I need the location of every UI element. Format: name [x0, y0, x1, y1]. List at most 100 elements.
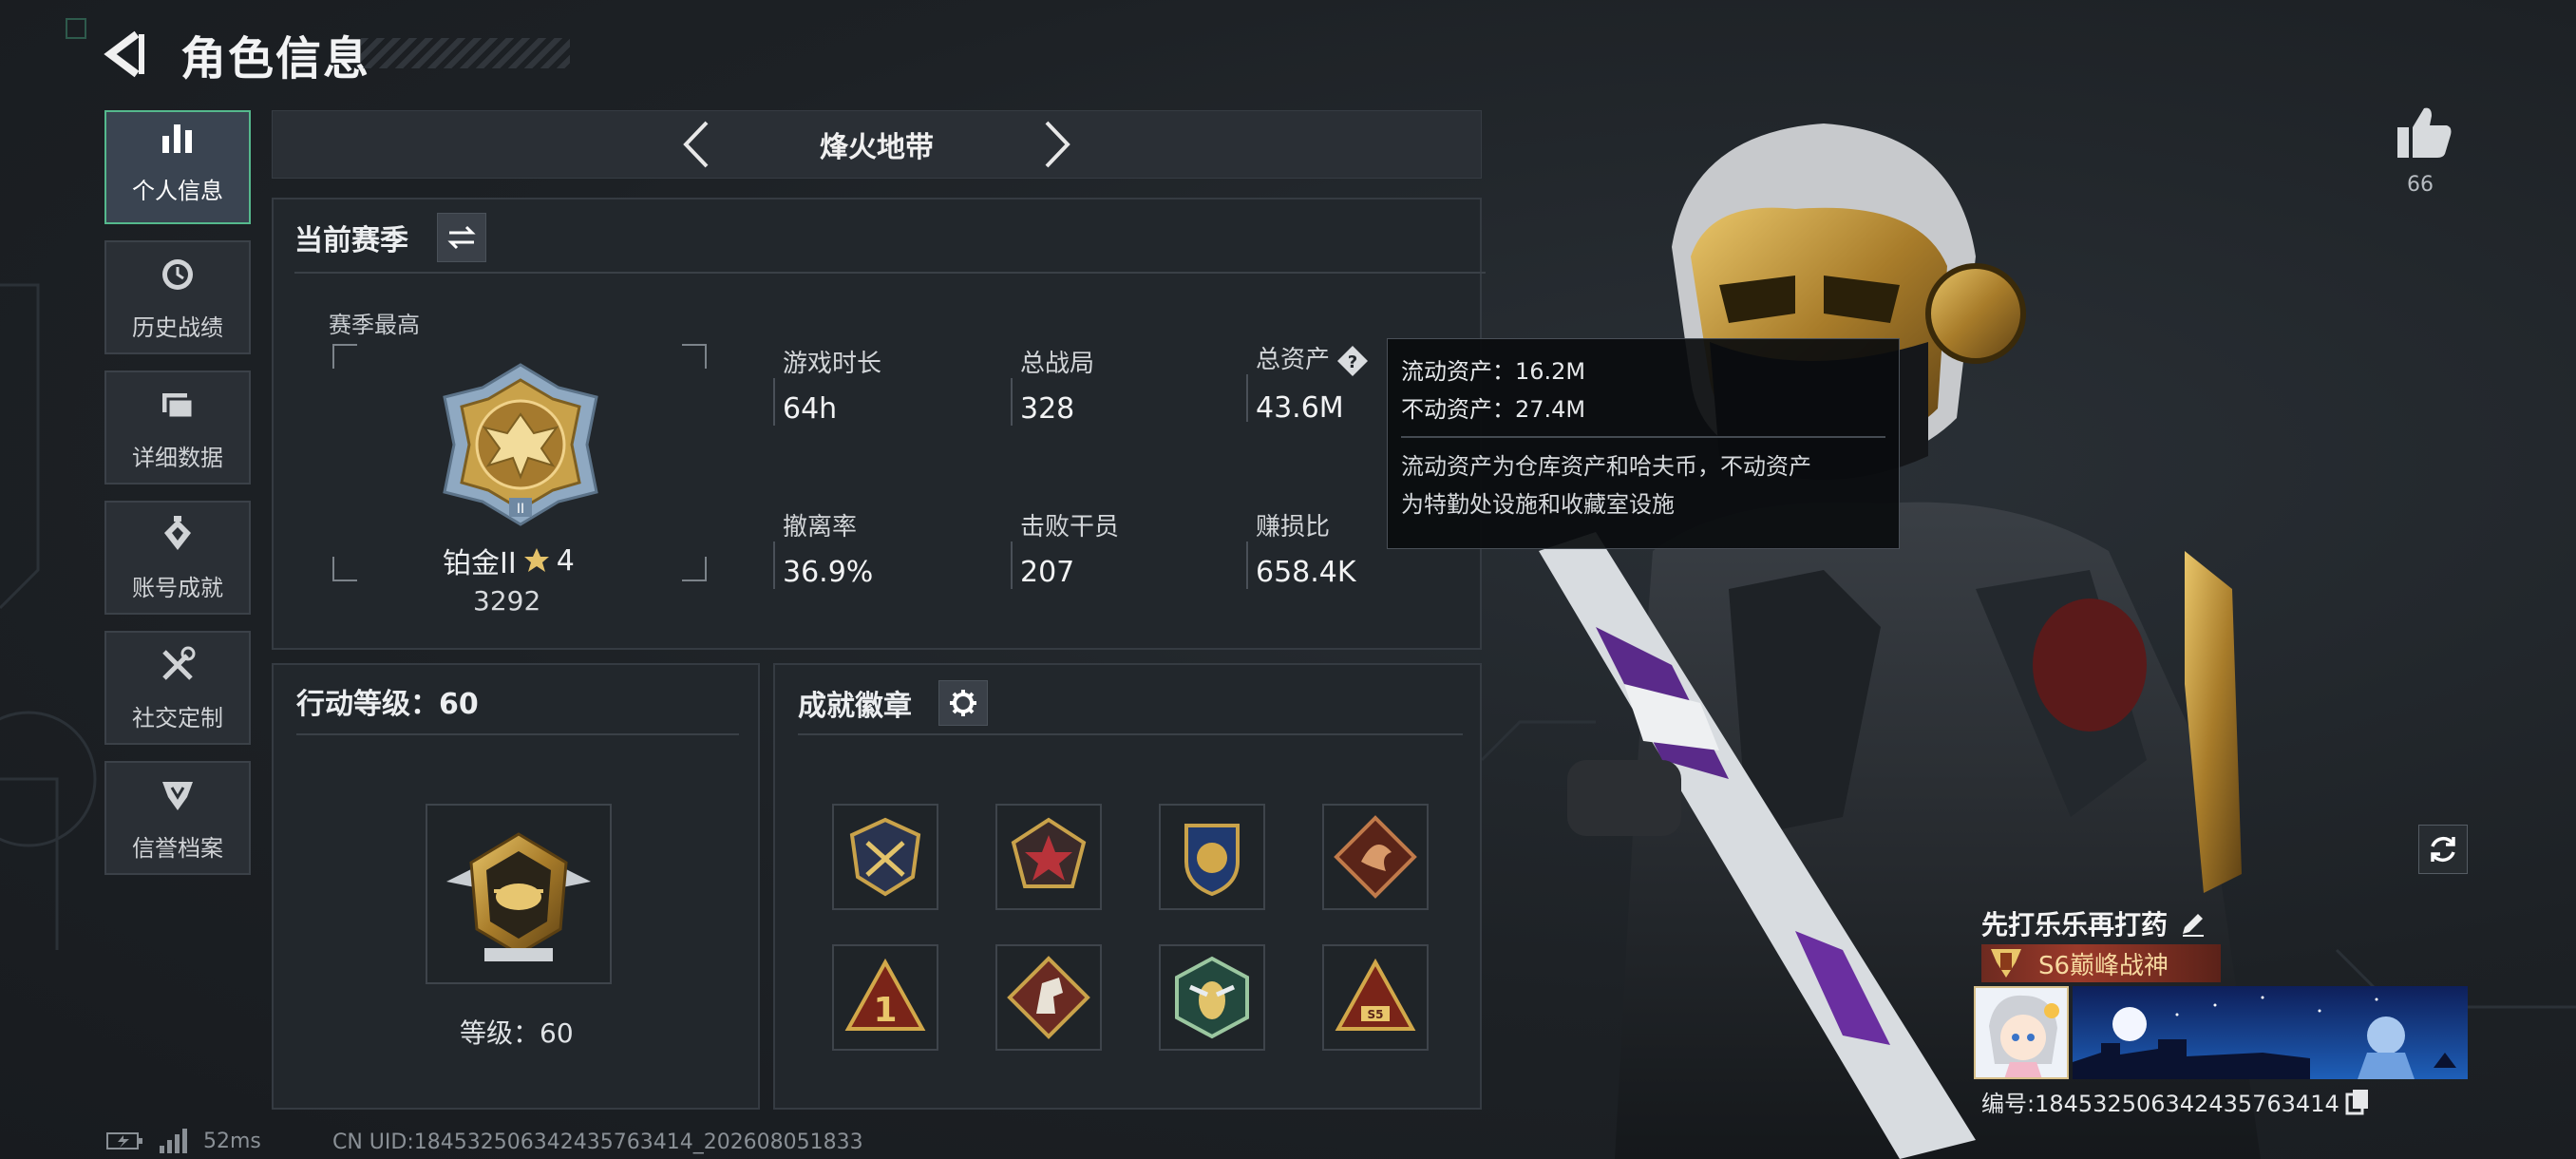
player-title-text: S6巅峰战神	[2038, 951, 2169, 980]
badge-slot-7[interactable]	[1159, 944, 1265, 1051]
badge-settings-button[interactable]	[938, 680, 988, 726]
badge-slot-2[interactable]	[995, 804, 1102, 910]
sidebar-item-personal-info[interactable]: 个人信息	[104, 110, 251, 224]
operation-level-title: 行动等级：60	[296, 688, 479, 721]
stat-total-assets: 总资产? 43.6M	[1246, 340, 1370, 425]
edit-pencil-icon[interactable]	[2179, 909, 2207, 938]
refresh-button[interactable]	[2418, 825, 2468, 874]
stat-play-time: 游戏时长 64h	[773, 344, 882, 426]
number-one-badge-icon: 1	[844, 958, 926, 1031]
status-bar: 52ms	[106, 1129, 261, 1153]
tools-icon	[157, 644, 199, 686]
title-decoration	[361, 38, 570, 68]
badge-slot-4[interactable]	[1322, 804, 1429, 910]
sidebar-item-social[interactable]: 社交定制	[104, 631, 251, 745]
back-arrow-icon	[104, 30, 144, 78]
divider	[798, 733, 1463, 735]
stat-value: 328	[1020, 392, 1075, 426]
sidebar-item-achievements[interactable]: 账号成就	[104, 501, 251, 615]
swap-season-button[interactable]	[437, 213, 486, 262]
horse-badge-icon	[1007, 956, 1090, 1039]
sidebar-item-label: 历史战绩	[132, 314, 223, 341]
sidebar-item-label: 信誉档案	[132, 834, 223, 862]
stat-extraction-rate: 撤离率 36.9%	[773, 507, 874, 589]
badge-slot-1[interactable]	[832, 804, 938, 910]
rank-badge-icon: II	[443, 363, 598, 526]
divider	[296, 733, 739, 735]
rank-emblem-icon	[1991, 949, 2021, 978]
badge-slot-8[interactable]: S5	[1322, 944, 1429, 1051]
stat-label: 总资产	[1256, 346, 1331, 374]
sidebar-item-history[interactable]: 历史战绩	[104, 240, 251, 354]
signal-icon	[160, 1129, 187, 1153]
s5-badge-icon: S5	[1335, 958, 1416, 1031]
player-avatar[interactable]	[1974, 986, 2069, 1079]
previous-mode-button[interactable]	[672, 116, 720, 173]
level-badge[interactable]	[426, 804, 612, 984]
stat-label: 撤离率	[783, 513, 858, 542]
badge-slot-6[interactable]	[995, 944, 1102, 1051]
star-shield-badge-icon	[1011, 817, 1087, 888]
next-mode-button[interactable]	[1033, 116, 1081, 173]
fixed-assets: 不动资产：27.4M	[1401, 396, 1586, 423]
sidebar-item-detailed-data[interactable]: 详细数据	[104, 370, 251, 484]
rank-score: 3292	[473, 585, 541, 617]
stat-value: 658.4K	[1256, 556, 1356, 589]
uid-text: CN UID:184532506342435763414_20260805183…	[332, 1130, 863, 1154]
season-best-label: 赛季最高	[329, 312, 420, 338]
bar-chart-icon	[157, 117, 199, 159]
like-button[interactable]	[2394, 103, 2454, 163]
stat-value: 207	[1020, 556, 1075, 589]
stat-label: 击败干员	[1020, 513, 1120, 542]
stat-label: 总战局	[1020, 350, 1095, 378]
page-title: 角色信息	[180, 32, 371, 86]
mode-selector: 烽火地带	[272, 110, 1482, 179]
badge-slot-3[interactable]	[1159, 804, 1265, 910]
rank-stars: 4	[556, 543, 575, 578]
svg-text:II: II	[517, 502, 524, 517]
badge-slot-5[interactable]: 1	[832, 944, 938, 1051]
liquid-assets: 流动资产：16.2M	[1401, 358, 1586, 385]
stat-value: 64h	[783, 392, 838, 426]
like-count: 66	[2407, 173, 2434, 197]
clock-icon	[157, 254, 199, 295]
stat-label: 游戏时长	[783, 350, 882, 378]
folder-icon	[157, 384, 199, 426]
svg-text:S5: S5	[1368, 1008, 1384, 1021]
player-title-tag: S6巅峰战神	[1981, 944, 2221, 982]
tooltip-description-line2: 为特勤处设施和收藏室设施	[1401, 491, 1675, 518]
help-icon[interactable]: ?	[1335, 344, 1370, 378]
thumbs-up-icon	[2397, 107, 2452, 158]
sidebar: 个人信息 历史战绩 详细数据 账号成就 社交定制 信誉档案	[104, 110, 251, 891]
reputation-icon	[157, 774, 199, 816]
swap-icon	[447, 225, 476, 250]
player-id-text: 编号:184532506342435763414	[1981, 1091, 2339, 1117]
anime-avatar-image	[1976, 988, 2067, 1077]
player-name: 先打乐乐再打药	[1981, 904, 2207, 942]
rank-name-text: 铂金II	[443, 547, 517, 580]
player-banner	[2073, 986, 2468, 1079]
level-text: 等级：60	[460, 1017, 574, 1049]
achievement-badges-panel: 成就徽章 1 S5	[773, 663, 1482, 1110]
tooltip-description-line1: 流动资产为仓库资产和哈夫币，不动资产	[1401, 453, 1811, 480]
player-name-text: 先打乐乐再打药	[1981, 909, 2169, 940]
wasp-badge-icon	[1175, 956, 1249, 1039]
svg-text:1: 1	[873, 991, 897, 1030]
stat-value: 43.6M	[1256, 390, 1344, 425]
back-button[interactable]	[95, 26, 152, 83]
stat-total-matches: 总战局 328	[1011, 344, 1095, 426]
level-emblem-icon	[446, 832, 591, 961]
sidebar-item-label: 个人信息	[132, 177, 223, 204]
player-id: 编号:184532506342435763414	[1981, 1085, 2370, 1118]
sidebar-item-label: 详细数据	[132, 444, 223, 471]
stat-value: 36.9%	[783, 556, 874, 589]
sidebar-item-reputation[interactable]: 信誉档案	[104, 761, 251, 875]
gear-icon	[950, 690, 976, 716]
copy-icon[interactable]	[2345, 1089, 2370, 1115]
ping-value: 52ms	[203, 1129, 261, 1153]
stat-operators-defeated: 击败干员 207	[1011, 507, 1120, 589]
shield-badge-icon	[1184, 824, 1240, 897]
night-sky-banner-image	[2073, 986, 2468, 1079]
chevron-left-icon	[683, 121, 709, 168]
stat-profit-loss-ratio: 赚损比 658.4K	[1246, 507, 1356, 589]
